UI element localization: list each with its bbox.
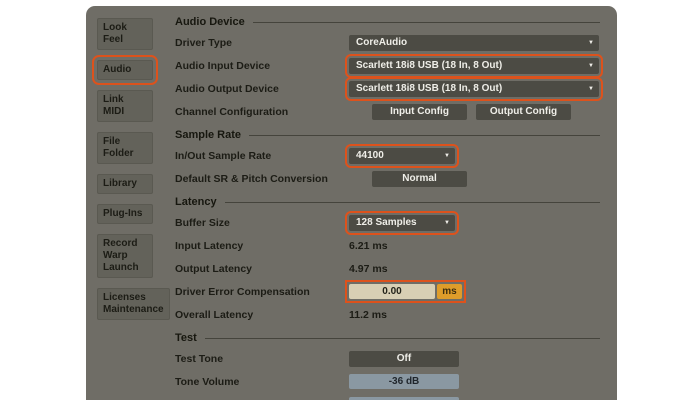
section-title: Sample Rate	[175, 129, 241, 141]
row-input-latency: Input Latency 6.21 ms	[175, 234, 600, 257]
buffer-size-dropdown[interactable]: 128 Samples ▼	[349, 215, 455, 231]
row-audio-input-device: Audio Input Device Scarlett 18i8 USB (18…	[175, 54, 600, 77]
chevron-down-icon: ▼	[588, 40, 594, 46]
sidebar-item-label: File Folder	[103, 136, 147, 160]
sidebar: Look Feel Audio Link MIDI File Folder Li…	[86, 6, 174, 400]
audio-output-device-dropdown[interactable]: Scarlett 18i8 USB (18 In, 8 Out) ▼	[349, 81, 599, 97]
dropdown-value: 44100	[356, 150, 384, 161]
section-title: Test	[175, 332, 197, 344]
sidebar-item-audio[interactable]: Audio	[97, 60, 153, 80]
section-header-sample-rate: Sample Rate	[175, 126, 600, 144]
ms-unit-badge: ms	[437, 284, 462, 299]
sidebar-item-record-warp-launch[interactable]: Record Warp Launch	[97, 234, 153, 278]
chevron-down-icon: ▼	[444, 153, 450, 159]
audio-input-device-dropdown[interactable]: Scarlett 18i8 USB (18 In, 8 Out) ▼	[349, 58, 599, 74]
overall-latency-value: 11.2 ms	[349, 309, 387, 321]
section-rule	[205, 338, 600, 339]
section-title: Latency	[175, 196, 217, 208]
row-test-tone: Test Tone Off	[175, 347, 600, 370]
settings-panel: Audio Device Driver Type CoreAudio ▼ Aud…	[174, 6, 617, 400]
row-in-out-sample-rate: In/Out Sample Rate 44100 ▼	[175, 144, 600, 167]
chevron-down-icon: ▼	[444, 220, 450, 226]
driver-error-compensation-label: Driver Error Compensation	[175, 286, 349, 298]
sidebar-item-library[interactable]: Library	[97, 174, 153, 194]
row-tone-volume: Tone Volume -36 dB	[175, 370, 600, 393]
section-header-test: Test	[175, 329, 600, 347]
chevron-down-icon: ▼	[588, 63, 594, 69]
test-tone-button[interactable]: Off	[349, 351, 459, 367]
driver-error-compensation-group: 0.00 ms	[349, 284, 462, 299]
sidebar-item-file-folder[interactable]: File Folder	[97, 132, 153, 164]
sample-rate-dropdown[interactable]: 44100 ▼	[349, 148, 455, 164]
row-overall-latency: Overall Latency 11.2 ms	[175, 303, 600, 326]
driver-type-label: Driver Type	[175, 37, 349, 49]
sr-pitch-conversion-button[interactable]: Normal	[372, 171, 467, 187]
dropdown-value: Scarlett 18i8 USB (18 In, 8 Out)	[356, 83, 502, 94]
audio-output-device-label: Audio Output Device	[175, 83, 349, 95]
section-rule	[253, 22, 600, 23]
sidebar-item-label: Licenses Maintenance	[103, 292, 164, 316]
tone-volume-slider[interactable]: -36 dB	[349, 374, 459, 389]
audio-input-device-label: Audio Input Device	[175, 60, 349, 72]
preferences-window: Look Feel Audio Link MIDI File Folder Li…	[86, 6, 617, 400]
sidebar-item-link-midi[interactable]: Link MIDI	[97, 90, 153, 122]
row-audio-output-device: Audio Output Device Scarlett 18i8 USB (1…	[175, 77, 600, 100]
overall-latency-label: Overall Latency	[175, 309, 349, 321]
test-tone-label: Test Tone	[175, 353, 349, 365]
input-latency-label: Input Latency	[175, 240, 349, 252]
driver-error-compensation-input[interactable]: 0.00	[349, 284, 435, 299]
row-driver-error-compensation: Driver Error Compensation 0.00 ms	[175, 280, 600, 303]
sidebar-item-label: Library	[103, 178, 147, 190]
input-config-button[interactable]: Input Config	[372, 104, 467, 120]
dropdown-value: 128 Samples	[356, 217, 417, 228]
section-header-audio-device: Audio Device	[175, 13, 600, 31]
output-latency-value: 4.97 ms	[349, 263, 388, 275]
in-out-sample-rate-label: In/Out Sample Rate	[175, 150, 349, 162]
section-rule	[225, 202, 600, 203]
sidebar-item-plug-ins[interactable]: Plug-Ins	[97, 204, 153, 224]
driver-type-dropdown[interactable]: CoreAudio ▼	[349, 35, 599, 51]
sidebar-item-label: Look Feel	[103, 22, 147, 46]
section-rule	[249, 135, 600, 136]
channel-configuration-label: Channel Configuration	[175, 106, 349, 118]
output-config-button[interactable]: Output Config	[476, 104, 571, 120]
sidebar-item-label: Link MIDI	[103, 94, 147, 118]
sidebar-item-label: Plug-Ins	[103, 208, 147, 220]
section-title: Audio Device	[175, 16, 245, 28]
sidebar-item-look-feel[interactable]: Look Feel	[97, 18, 153, 50]
sidebar-item-label: Audio	[103, 64, 147, 76]
input-latency-value: 6.21 ms	[349, 240, 388, 252]
row-buffer-size: Buffer Size 128 Samples ▼	[175, 211, 600, 234]
buffer-size-label: Buffer Size	[175, 217, 349, 229]
row-output-latency: Output Latency 4.97 ms	[175, 257, 600, 280]
row-tone-frequency: Tone Frequency 440 Hz	[175, 393, 600, 400]
row-sr-pitch-conversion: Default SR & Pitch Conversion Normal	[175, 167, 600, 190]
sr-pitch-conversion-label: Default SR & Pitch Conversion	[175, 173, 349, 185]
tone-volume-label: Tone Volume	[175, 376, 349, 388]
row-channel-configuration: Channel Configuration Input Config Outpu…	[175, 100, 600, 123]
dropdown-value: CoreAudio	[356, 37, 407, 48]
chevron-down-icon: ▼	[588, 86, 594, 92]
output-latency-label: Output Latency	[175, 263, 349, 275]
sidebar-item-licenses-maintenance[interactable]: Licenses Maintenance	[97, 288, 170, 320]
dropdown-value: Scarlett 18i8 USB (18 In, 8 Out)	[356, 60, 502, 71]
row-driver-type: Driver Type CoreAudio ▼	[175, 31, 600, 54]
sidebar-item-label: Record Warp Launch	[103, 238, 147, 274]
section-header-latency: Latency	[175, 193, 600, 211]
